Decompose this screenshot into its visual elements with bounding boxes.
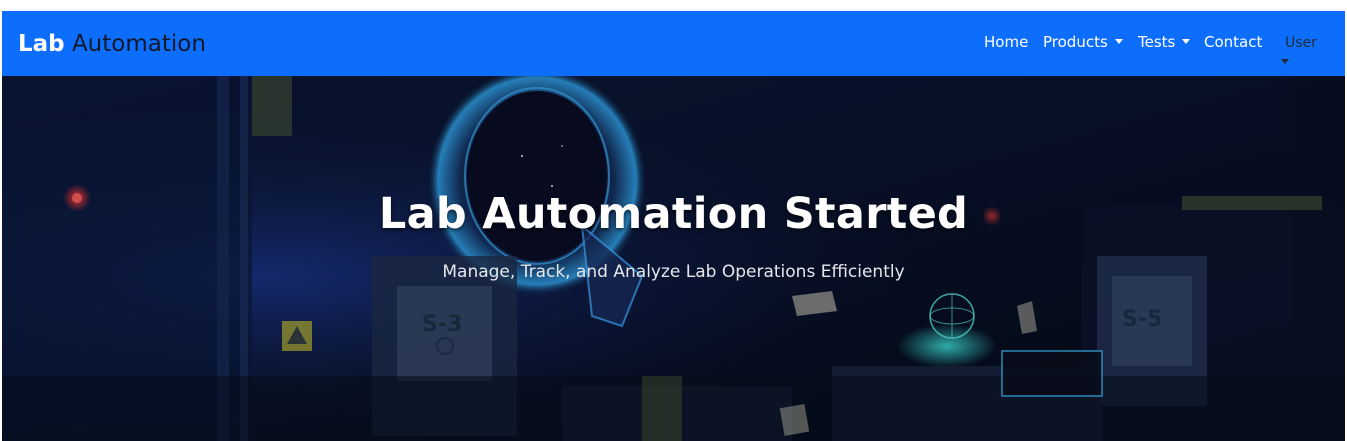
brand-logo[interactable]: Lab Automation (18, 29, 206, 59)
hero-subtitle: Manage, Track, and Analyze Lab Operation… (442, 262, 905, 282)
nav-home[interactable]: Home (984, 32, 1028, 52)
nav-contact[interactable]: Contact (1204, 32, 1262, 52)
nav-products-label: Products (1043, 33, 1108, 51)
user-menu-dropdown[interactable]: User (1281, 21, 1321, 71)
hero-title: Lab Automation Started (378, 189, 969, 239)
chevron-down-icon (1281, 59, 1289, 64)
navbar: Lab Automation Home Products Tests Conta… (2, 11, 1345, 76)
hero-background-image: S-3 S-5 (2, 76, 1345, 441)
nav-tests-label: Tests (1138, 33, 1176, 51)
nav-tests-dropdown[interactable]: Tests (1138, 32, 1191, 52)
top-strip (0, 0, 1347, 11)
page: Lab Automation Home Products Tests Conta… (0, 0, 1347, 441)
nav-products-dropdown[interactable]: Products (1043, 32, 1123, 52)
brand-automation-text: Automation (71, 31, 206, 57)
chevron-down-icon (1182, 39, 1191, 44)
brand-lab-text: Lab (18, 31, 65, 57)
chevron-down-icon (1114, 39, 1123, 44)
hero-banner: S-3 S-5 Lab Automation Started Manage, T… (2, 76, 1345, 441)
user-menu-label: User (1285, 35, 1317, 51)
